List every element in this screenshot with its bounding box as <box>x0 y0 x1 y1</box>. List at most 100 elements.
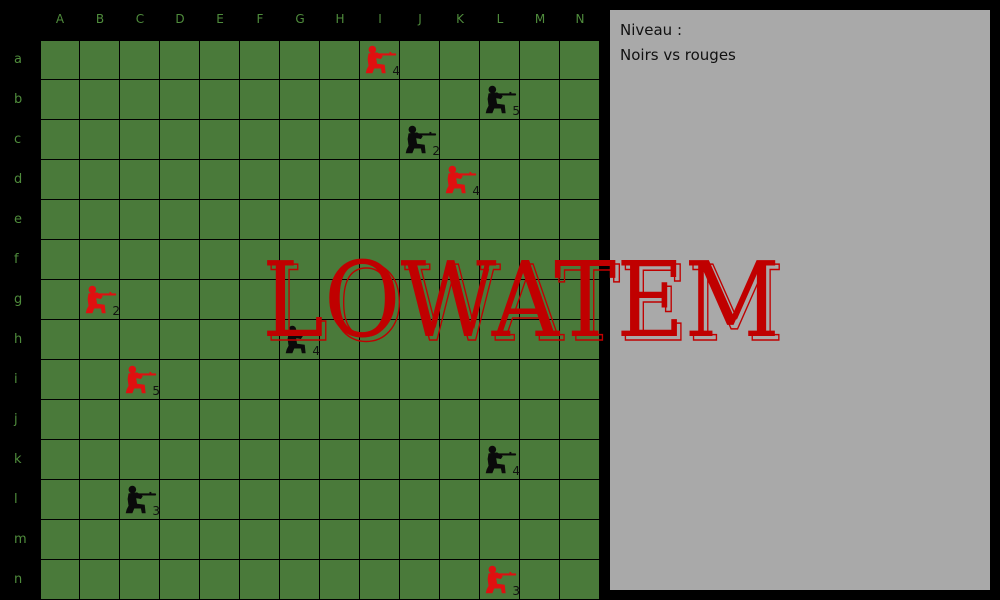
board-cell-fb[interactable] <box>240 80 280 120</box>
board-cell-jm[interactable] <box>400 520 440 560</box>
board-cell-he[interactable] <box>320 200 360 240</box>
board-cell-je[interactable] <box>400 200 440 240</box>
board-cell-la[interactable] <box>480 40 520 80</box>
board-cell-ge[interactable] <box>280 200 320 240</box>
board-cell-ba[interactable] <box>80 40 120 80</box>
unit-black-cl[interactable]: 3 <box>120 480 160 520</box>
board-cell-ki[interactable] <box>440 360 480 400</box>
board-cell-bl[interactable] <box>80 480 120 520</box>
unit-red-ia[interactable]: 4 <box>360 40 400 80</box>
board-cell-hi[interactable] <box>320 360 360 400</box>
board-cell-eg[interactable] <box>200 280 240 320</box>
board-cell-gi[interactable] <box>280 360 320 400</box>
board-cell-gk[interactable] <box>280 440 320 480</box>
board-cell-ck[interactable] <box>120 440 160 480</box>
board-cell-em[interactable] <box>200 520 240 560</box>
board-cell-ef[interactable] <box>200 240 240 280</box>
board-cell-ff[interactable] <box>240 240 280 280</box>
board-cell-if[interactable] <box>360 240 400 280</box>
board-cell-am[interactable] <box>40 520 80 560</box>
board-cell-eh[interactable] <box>200 320 240 360</box>
board-cell-bf[interactable] <box>80 240 120 280</box>
board-cell-lj[interactable] <box>480 400 520 440</box>
board-cell-gc[interactable] <box>280 120 320 160</box>
board-cell-jn[interactable] <box>400 560 440 600</box>
board-cell-km[interactable] <box>440 520 480 560</box>
board-cell-jh[interactable] <box>400 320 440 360</box>
unit-red-bg[interactable]: 2 <box>80 280 120 320</box>
board-cell-mg[interactable] <box>520 280 560 320</box>
board-cell-kl[interactable] <box>440 480 480 520</box>
board-cell-ha[interactable] <box>320 40 360 80</box>
board-cell-jf[interactable] <box>400 240 440 280</box>
board-cell-ji[interactable] <box>400 360 440 400</box>
board-cell-na[interactable] <box>560 40 600 80</box>
board-cell-gl[interactable] <box>280 480 320 520</box>
board-cell-cj[interactable] <box>120 400 160 440</box>
board-cell-dl[interactable] <box>160 480 200 520</box>
board-cell-bi[interactable] <box>80 360 120 400</box>
board-cell-be[interactable] <box>80 200 120 240</box>
board-cell-gm[interactable] <box>280 520 320 560</box>
board-cell-lg[interactable] <box>480 280 520 320</box>
board-cell-ig[interactable] <box>360 280 400 320</box>
board-cell-kg[interactable] <box>440 280 480 320</box>
board-cell-ak[interactable] <box>40 440 80 480</box>
board-cell-nh[interactable] <box>560 320 600 360</box>
board-cell-fm[interactable] <box>240 520 280 560</box>
board-cell-ik[interactable] <box>360 440 400 480</box>
board-cell-ab[interactable] <box>40 80 80 120</box>
board-cell-ld[interactable] <box>480 160 520 200</box>
unit-black-lb[interactable]: 5 <box>480 80 520 120</box>
board-cell-fh[interactable] <box>240 320 280 360</box>
board-cell-fe[interactable] <box>240 200 280 240</box>
board-cell-id[interactable] <box>360 160 400 200</box>
board-cell-hg[interactable] <box>320 280 360 320</box>
board-cell-nf[interactable] <box>560 240 600 280</box>
board-cell-eb[interactable] <box>200 80 240 120</box>
board-cell-ej[interactable] <box>200 400 240 440</box>
board-cell-an[interactable] <box>40 560 80 600</box>
board-cell-nj[interactable] <box>560 400 600 440</box>
board-cell-nk[interactable] <box>560 440 600 480</box>
board-cell-gg[interactable] <box>280 280 320 320</box>
board-cell-md[interactable] <box>520 160 560 200</box>
unit-red-kd[interactable]: 4 <box>440 160 480 200</box>
board-cell-kj[interactable] <box>440 400 480 440</box>
board-cell-ii[interactable] <box>360 360 400 400</box>
board-cell-en[interactable] <box>200 560 240 600</box>
board-cell-aa[interactable] <box>40 40 80 80</box>
board-cell-nc[interactable] <box>560 120 600 160</box>
board-cell-cg[interactable] <box>120 280 160 320</box>
board-cell-gb[interactable] <box>280 80 320 120</box>
board-cell-lf[interactable] <box>480 240 520 280</box>
board-cell-al[interactable] <box>40 480 80 520</box>
board-cell-lm[interactable] <box>480 520 520 560</box>
board-cell-mi[interactable] <box>520 360 560 400</box>
board-cell-mc[interactable] <box>520 120 560 160</box>
board-cell-ca[interactable] <box>120 40 160 80</box>
board-cell-ed[interactable] <box>200 160 240 200</box>
board-cell-ah[interactable] <box>40 320 80 360</box>
board-cell-dn[interactable] <box>160 560 200 600</box>
board-cell-ai[interactable] <box>40 360 80 400</box>
unit-black-jc[interactable]: 2 <box>400 120 440 160</box>
board-cell-ni[interactable] <box>560 360 600 400</box>
board-cell-li[interactable] <box>480 360 520 400</box>
board-cell-cm[interactable] <box>120 520 160 560</box>
board-cell-gd[interactable] <box>280 160 320 200</box>
board-cell-ma[interactable] <box>520 40 560 80</box>
board-cell-cn[interactable] <box>120 560 160 600</box>
board-cell-nn[interactable] <box>560 560 600 600</box>
board-cell-mk[interactable] <box>520 440 560 480</box>
board-cell-fl[interactable] <box>240 480 280 520</box>
board-cell-hl[interactable] <box>320 480 360 520</box>
board-cell-mb[interactable] <box>520 80 560 120</box>
board-cell-hb[interactable] <box>320 80 360 120</box>
board-cell-mn[interactable] <box>520 560 560 600</box>
board-cell-ei[interactable] <box>200 360 240 400</box>
board-cell-hf[interactable] <box>320 240 360 280</box>
board-cell-db[interactable] <box>160 80 200 120</box>
board-cell-fg[interactable] <box>240 280 280 320</box>
board-cell-lc[interactable] <box>480 120 520 160</box>
